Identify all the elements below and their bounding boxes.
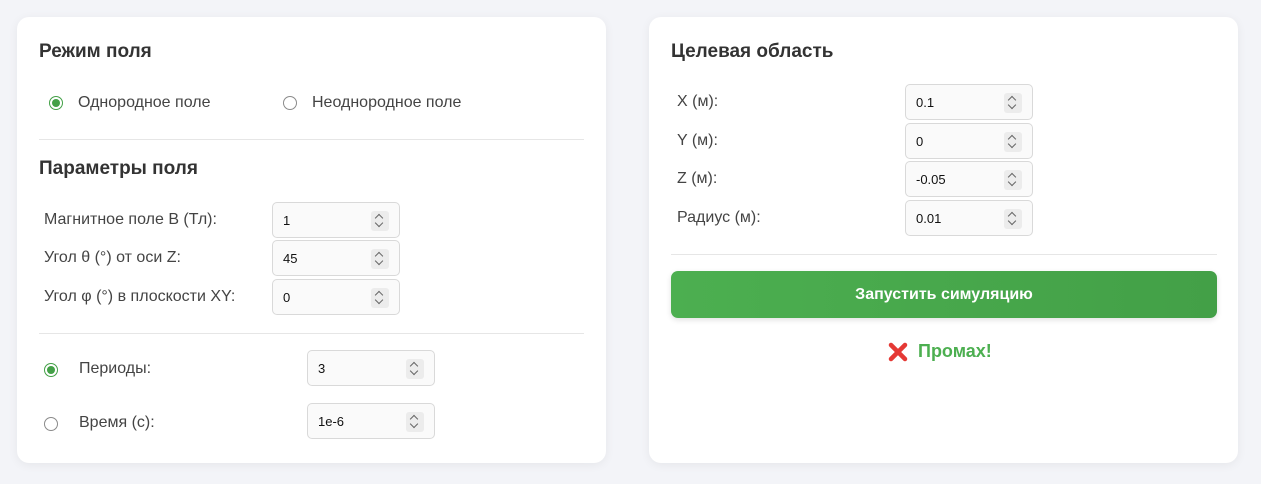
magnetic-field-value[interactable]: 1 <box>283 213 290 228</box>
spinner-icon[interactable] <box>406 359 424 379</box>
time-input[interactable]: 1e-6 <box>307 403 435 439</box>
target-y-label: Y (м): <box>677 132 718 149</box>
spinner-icon[interactable] <box>371 249 389 269</box>
field-settings-panel: Режим поля Однородное поле Неоднородное … <box>17 17 606 463</box>
spinner-icon[interactable] <box>371 288 389 308</box>
theta-angle-label: Угол θ (°) от оси Z: <box>44 249 181 266</box>
nonuniform-field-label[interactable]: Неоднородное поле <box>312 94 461 112</box>
divider <box>39 333 584 334</box>
result-text: Промах! <box>918 341 992 361</box>
phi-angle-input[interactable]: 0 <box>272 279 400 315</box>
target-title: Целевая область <box>671 41 834 62</box>
phi-angle-label: Угол φ (°) в плоскости XY: <box>44 288 236 305</box>
spinner-icon[interactable] <box>406 412 424 432</box>
uniform-field-radio[interactable] <box>49 96 63 110</box>
target-x-value[interactable]: 0.1 <box>916 95 934 110</box>
target-radius-label: Радиус (м): <box>677 209 761 226</box>
target-x-input[interactable]: 0.1 <box>905 84 1033 120</box>
target-y-value[interactable]: 0 <box>916 134 923 149</box>
divider <box>671 254 1217 255</box>
field-mode-title: Режим поля <box>39 41 152 62</box>
periods-label[interactable]: Периоды: <box>79 360 151 378</box>
periods-input[interactable]: 3 <box>307 350 435 386</box>
time-value[interactable]: 1e-6 <box>318 414 344 429</box>
nonuniform-field-radio[interactable] <box>283 96 297 110</box>
theta-angle-input[interactable]: 45 <box>272 240 400 276</box>
target-radius-value[interactable]: 0.01 <box>916 211 941 226</box>
spinner-icon[interactable] <box>1004 132 1022 152</box>
target-z-label: Z (м): <box>677 170 718 187</box>
divider <box>39 139 584 140</box>
spinner-icon[interactable] <box>371 211 389 231</box>
uniform-field-label[interactable]: Однородное поле <box>78 94 210 112</box>
target-radius-input[interactable]: 0.01 <box>905 200 1033 236</box>
target-panel: Целевая область X (м): 0.1 Y (м): 0 Z (м… <box>649 17 1238 463</box>
target-z-value[interactable]: -0.05 <box>916 172 946 187</box>
field-params-title: Параметры поля <box>39 158 198 179</box>
magnetic-field-label: Магнитное поле B (Тл): <box>44 211 217 228</box>
time-label[interactable]: Время (с): <box>79 414 155 432</box>
run-simulation-button[interactable]: Запустить симуляцию <box>671 271 1217 318</box>
target-y-input[interactable]: 0 <box>905 123 1033 159</box>
theta-angle-value[interactable]: 45 <box>283 251 297 266</box>
target-x-label: X (м): <box>677 93 719 110</box>
cross-icon <box>888 342 908 362</box>
periods-radio[interactable] <box>44 363 58 377</box>
periods-value[interactable]: 3 <box>318 361 325 376</box>
time-radio[interactable] <box>44 417 58 431</box>
phi-angle-value[interactable]: 0 <box>283 290 290 305</box>
spinner-icon[interactable] <box>1004 209 1022 229</box>
spinner-icon[interactable] <box>1004 93 1022 113</box>
target-z-input[interactable]: -0.05 <box>905 161 1033 197</box>
magnetic-field-input[interactable]: 1 <box>272 202 400 238</box>
spinner-icon[interactable] <box>1004 170 1022 190</box>
